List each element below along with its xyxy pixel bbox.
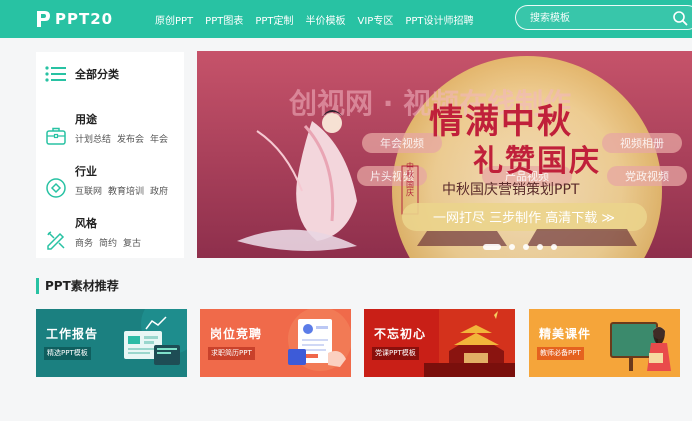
industry-icon [46, 178, 66, 198]
search-input[interactable] [530, 10, 660, 26]
main-nav: 原创PPT PPT图表 PPT定制 半价模板 VIP专区 PPT设计师招聘 [155, 0, 486, 38]
logo-icon [37, 11, 50, 27]
category-tags-usage: 计划总结 发布会 年会 [75, 132, 174, 145]
card-title: 岗位竞聘 [210, 327, 263, 341]
all-categories[interactable]: 全部分类 [45, 66, 119, 82]
tag-plan-summary[interactable]: 计划总结 [75, 132, 111, 145]
banner-artwork: 创视网 · 视频在线制作 年会视频 视频相册 片头视频 产品视频 党政视频 情满… [197, 51, 692, 258]
nav-designer-recruit[interactable]: PPT设计师招聘 [405, 12, 473, 27]
section-title: PPT素材推荐 [36, 278, 119, 294]
tiananmen-icon [364, 309, 515, 377]
tag-retro[interactable]: 复古 [123, 236, 141, 249]
category-tags-industry: 互联网 教育培训 政府 [75, 184, 174, 197]
card-title: 精美课件 [539, 327, 592, 341]
carousel-dot[interactable] [551, 244, 557, 250]
card-title: 不忘初心 [374, 327, 427, 341]
tag-business[interactable]: 商务 [75, 236, 93, 249]
banner-cta: 一网打尽 三步制作 高清下载 ≫ [433, 210, 615, 226]
logo-text: PPT20 [55, 10, 114, 28]
carousel-dot[interactable] [483, 244, 501, 250]
carousel-dot[interactable] [509, 244, 515, 250]
banner-pill-party-video: 党政视频 [625, 169, 669, 183]
style-icon [47, 231, 65, 250]
card-original-aspiration[interactable]: 不忘初心 党课PPT模板 [364, 309, 515, 377]
top-header: PPT20 原创PPT PPT图表 PPT定制 半价模板 VIP专区 PPT设计… [0, 0, 692, 38]
banner-title-line2: 礼赞国庆 [473, 144, 601, 179]
card-subtitle: 教师必备PPT [537, 347, 584, 360]
search-icon[interactable] [672, 10, 688, 26]
resume-icon [200, 309, 351, 377]
category-title-style[interactable]: 风格 [75, 215, 97, 231]
nav-vip[interactable]: VIP专区 [358, 12, 394, 27]
search-box [515, 5, 692, 30]
list-icon [45, 66, 66, 82]
nav-ppt-custom[interactable]: PPT定制 [255, 12, 293, 27]
tag-government[interactable]: 政府 [150, 184, 168, 197]
card-subtitle: 精选PPT模板 [44, 347, 91, 360]
carousel-dot[interactable] [523, 244, 529, 250]
banner-carousel[interactable]: 创视网 · 视频在线制作 年会视频 视频相册 片头视频 产品视频 党政视频 情满… [197, 51, 692, 258]
briefcase-icon [46, 127, 66, 145]
card-subtitle: 求职简历PPT [208, 347, 255, 360]
tag-internet[interactable]: 互联网 [75, 184, 102, 197]
nav-half-price[interactable]: 半价模板 [306, 12, 346, 27]
all-categories-label: 全部分类 [75, 68, 119, 81]
category-title-usage[interactable]: 用途 [75, 111, 97, 127]
category-tags-style: 商务 简约 复古 [75, 236, 147, 249]
card-title: 工作报告 [46, 327, 99, 341]
banner-seal: 中秋·国庆 [406, 161, 415, 198]
card-courseware[interactable]: 精美课件 教师必备PPT [529, 309, 680, 377]
chart-board-icon [36, 309, 187, 377]
card-job-competition[interactable]: 岗位竞聘 求职简历PPT [200, 309, 351, 377]
carousel-dots [483, 244, 565, 250]
category-title-industry[interactable]: 行业 [75, 163, 97, 179]
carousel-dot[interactable] [537, 244, 543, 250]
tag-annual-meeting[interactable]: 年会 [150, 132, 168, 145]
banner-pill-video-album: 视频相册 [620, 136, 664, 150]
banner-title-line1: 情满中秋 [429, 102, 573, 142]
nav-ppt-charts[interactable]: PPT图表 [205, 12, 243, 27]
card-subtitle: 党课PPT模板 [372, 347, 419, 360]
banner-subtitle: 中秋国庆营销策划PPT [442, 181, 580, 198]
card-work-report[interactable]: 工作报告 精选PPT模板 [36, 309, 187, 377]
tag-simple[interactable]: 简约 [99, 236, 117, 249]
logo[interactable]: PPT20 [34, 8, 113, 30]
category-panel: 全部分类 用途 计划总结 发布会 年会 行业 互联网 教育培训 政府 风格 商务… [36, 52, 184, 258]
nav-original-ppt[interactable]: 原创PPT [155, 12, 193, 27]
banner-pill-annual-video: 年会视频 [380, 136, 424, 150]
teacher-icon [529, 309, 680, 377]
tag-education[interactable]: 教育培训 [108, 184, 144, 197]
tag-launch-event[interactable]: 发布会 [117, 132, 144, 145]
